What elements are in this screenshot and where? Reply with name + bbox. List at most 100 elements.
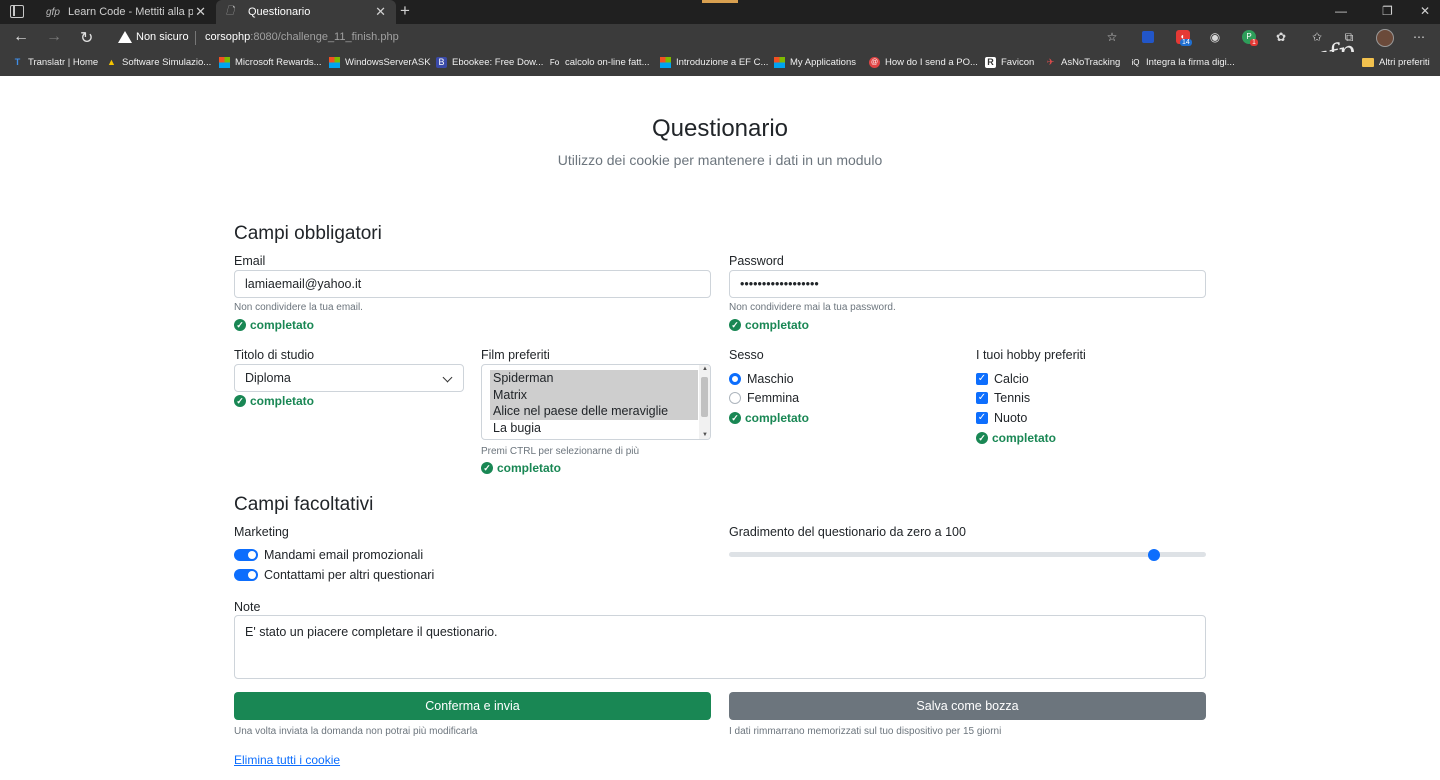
movies-listbox[interactable]: Spiderman Matrix Alice nel paese delle m… xyxy=(481,364,711,440)
tab-questionario[interactable]: 🗋 Questionario ✕ xyxy=(216,0,396,24)
notes-label: Note xyxy=(234,600,261,614)
checkbox-label: Nuoto xyxy=(994,411,1028,425)
minimize-icon[interactable]: — xyxy=(1335,4,1347,18)
gfp-favicon-icon: gfp xyxy=(46,6,60,18)
scrollbar-thumb[interactable] xyxy=(701,377,708,417)
section-optional-title: Campi facoltativi xyxy=(234,494,374,515)
bookmark-item[interactable]: My Applications xyxy=(774,57,856,68)
movie-option-selected[interactable]: Spiderman xyxy=(490,370,698,387)
radio-femmina[interactable]: Femmina xyxy=(729,391,799,405)
checkbox-checked[interactable]: ✓ xyxy=(976,392,988,404)
marketing-label: Marketing xyxy=(234,525,289,539)
bookmark-label: Microsoft Rewards... xyxy=(235,57,322,68)
url-field[interactable]: corsophp:8080/challenge_11_finish.php xyxy=(205,31,399,43)
back-icon[interactable]: ← xyxy=(13,28,29,46)
email-status: ✓ completato xyxy=(234,318,314,332)
tab-actions-icon[interactable] xyxy=(10,5,24,18)
other-favorites[interactable]: Altri preferiti xyxy=(1362,57,1430,68)
restore-icon[interactable]: ❐ xyxy=(1382,4,1393,18)
plane-icon: ✈ xyxy=(1046,57,1055,67)
refresh-icon[interactable]: ↻ xyxy=(80,28,93,48)
radio-maschio[interactable]: Maschio xyxy=(729,372,794,386)
section-required-title: Campi obbligatori xyxy=(234,223,382,244)
extension-badge: 14 xyxy=(1180,39,1192,46)
bookmark-item[interactable]: T Translatr | Home xyxy=(12,57,98,68)
bookmark-item[interactable]: R Favicon xyxy=(985,57,1034,68)
scroll-up-icon[interactable]: ▲ xyxy=(702,366,708,372)
rating-slider-track[interactable] xyxy=(729,552,1206,557)
bookmark-label: Ebookee: Free Dow... xyxy=(452,57,544,68)
check-circle-icon: ✓ xyxy=(729,319,741,331)
email-field[interactable]: lamiaemail@yahoo.it xyxy=(234,270,711,298)
check-circle-icon: ✓ xyxy=(234,395,246,407)
listbox-scrollbar[interactable]: ▲ ▼ xyxy=(699,365,710,439)
bookmark-item[interactable]: @ How do I send a PO... xyxy=(869,57,978,68)
checkbox-tennis[interactable]: ✓ Tennis xyxy=(976,391,1030,405)
profile-avatar[interactable] xyxy=(1376,29,1394,47)
tab-title: Questionario xyxy=(248,6,311,18)
bookmark-label: calcolo on-line fatt... xyxy=(565,57,650,68)
checkbox-calcio[interactable]: ✓ Calcio xyxy=(976,372,1029,386)
degree-select[interactable]: Diploma xyxy=(234,364,464,392)
notes-textarea[interactable]: E' stato un piacere completare il questi… xyxy=(234,615,1206,679)
bookmark-label: My Applications xyxy=(790,57,857,68)
bookmark-item[interactable]: ✈ AsNoTracking xyxy=(1045,57,1121,68)
movie-option[interactable]: La bugia xyxy=(490,420,698,437)
bookmark-item[interactable]: Microsoft Rewards... xyxy=(219,57,322,68)
security-label[interactable]: Non sicuro xyxy=(136,31,189,43)
switch-contact-surveys[interactable]: Contattami per altri questionari xyxy=(234,568,434,582)
at-icon: @ xyxy=(869,57,880,68)
check-circle-icon: ✓ xyxy=(234,319,246,331)
password-field[interactable]: •••••••••••••••••• xyxy=(729,270,1206,298)
bookmark-item[interactable]: WindowsServerASK xyxy=(329,57,431,68)
page-favicon-icon: 🗋 xyxy=(226,5,235,17)
clear-cookies-link[interactable]: Elimina tutti i cookie xyxy=(234,753,340,767)
draft-help: I dati rimmarrano memorizzati sul tuo di… xyxy=(729,726,1002,737)
bookmark-item[interactable]: Fo calcolo on-line fatt... xyxy=(549,57,650,68)
switch-promo-email[interactable]: Mandami email promozionali xyxy=(234,548,423,562)
status-text: completato xyxy=(745,318,810,332)
extensions-icon[interactable]: ✿ xyxy=(1274,30,1288,44)
submit-button[interactable]: Conferma e invia xyxy=(234,692,711,720)
camera-icon[interactable]: ◉ xyxy=(1208,30,1222,44)
more-menu-icon[interactable]: ⋯ xyxy=(1412,30,1426,44)
status-text: completato xyxy=(250,318,315,332)
triangle-icon: ▲ xyxy=(107,57,116,67)
toggle-switch-on[interactable] xyxy=(234,569,258,581)
scroll-down-icon[interactable]: ▼ xyxy=(702,432,708,438)
favicon-r-icon: R xyxy=(985,57,996,68)
extension-blue-icon[interactable] xyxy=(1142,31,1154,43)
movie-option-selected[interactable]: Matrix xyxy=(490,386,698,403)
radio-button[interactable] xyxy=(729,392,741,404)
save-draft-button[interactable]: Salva come bozza xyxy=(729,692,1206,720)
tab-learn-code[interactable]: gfp Learn Code - Mettiti alla prova: u ✕ xyxy=(36,0,216,24)
notes-value: E' stato un piacere completare il questi… xyxy=(245,625,498,639)
close-window-icon[interactable]: ✕ xyxy=(1420,4,1430,18)
movies-label: Film preferiti xyxy=(481,348,550,362)
bookmark-item[interactable]: ▲ Software Simulazio... xyxy=(106,57,211,68)
bookmark-item[interactable]: iQ Integra la firma digi... xyxy=(1130,57,1235,68)
checkbox-checked[interactable]: ✓ xyxy=(976,373,988,385)
checkbox-checked[interactable]: ✓ xyxy=(976,412,988,424)
microsoft-icon xyxy=(660,57,671,68)
ebookee-icon: B xyxy=(436,57,447,68)
bookmark-item[interactable]: B Ebookee: Free Dow... xyxy=(436,57,543,68)
close-tab-icon[interactable]: ✕ xyxy=(195,4,206,20)
close-tab-icon[interactable]: ✕ xyxy=(375,4,386,20)
page-title: Questionario xyxy=(651,115,789,142)
add-favorite-icon[interactable]: ☆ xyxy=(1105,30,1119,44)
forward-icon[interactable]: → xyxy=(46,28,62,46)
checkbox-label: Tennis xyxy=(994,391,1031,405)
radio-button-checked[interactable] xyxy=(729,373,741,385)
status-text: completato xyxy=(250,394,315,408)
rating-slider-thumb[interactable] xyxy=(1147,549,1160,561)
new-tab-icon[interactable]: + xyxy=(400,1,410,21)
warning-icon[interactable] xyxy=(118,31,132,43)
movie-option-selected[interactable]: Alice nel paese delle meraviglie xyxy=(490,403,698,420)
toggle-switch-on[interactable] xyxy=(234,549,258,561)
hobbies-label: I tuoi hobby preferiti xyxy=(976,348,1086,362)
page-subtitle: Utilizzo dei cookie per mantenere i dati… xyxy=(557,152,883,168)
bookmark-item[interactable]: Introduzione a EF C... xyxy=(660,57,768,68)
status-text: completato xyxy=(992,431,1057,445)
checkbox-nuoto[interactable]: ✓ Nuoto xyxy=(976,411,1027,425)
